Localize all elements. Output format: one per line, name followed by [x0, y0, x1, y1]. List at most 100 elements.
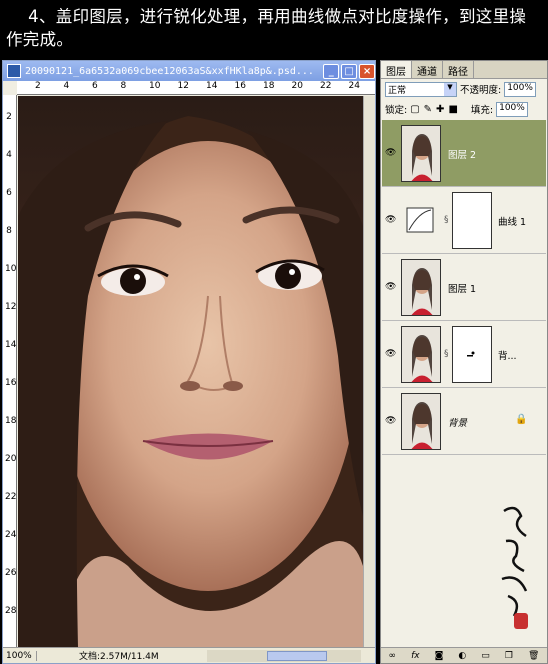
document-title: 20090121_6a6532a069cbee12063aS&xxfHKla8p… — [24, 65, 314, 77]
lock-icons: ▢ ✎ ✚ ■ — [410, 104, 458, 115]
ruler-tick-label: 4 — [6, 150, 12, 160]
layers-panel: 图层 通道 路径 正常 ▼ 不透明度: 100% 锁定: ▢ ✎ ✚ ■ 填充:… — [380, 60, 548, 664]
ruler-tick-label: 22 — [320, 81, 332, 91]
ruler-tick-label: 14 — [206, 81, 218, 91]
panel-tabs: 图层 通道 路径 — [381, 61, 547, 79]
opacity-input[interactable]: 100% — [504, 81, 537, 97]
portrait-photo — [18, 96, 363, 647]
lock-label: 锁定: — [385, 105, 408, 116]
layer-name[interactable]: 背... — [498, 348, 517, 362]
ruler-tick-label: 20 — [291, 81, 303, 91]
lock-all-icon[interactable]: ■ — [448, 104, 457, 115]
eye-icon[interactable]: 👁 — [385, 148, 396, 158]
layer-thumbnail — [401, 393, 441, 450]
new-layer-icon[interactable]: ❐ — [505, 651, 513, 661]
curves-adjustment-icon — [401, 192, 441, 249]
layer-row[interactable]: 👁 图层 2 — [382, 120, 546, 187]
lock-paint-icon[interactable]: ✎ — [424, 104, 432, 115]
ruler-tick-label: 10 — [5, 264, 17, 274]
tab-layers[interactable]: 图层 — [381, 61, 412, 78]
opacity-label: 不透明度: — [460, 85, 502, 96]
ruler-tick-label: 8 — [6, 226, 12, 236]
maximize-icon[interactable]: □ — [341, 63, 358, 79]
eye-icon[interactable]: 👁 — [385, 349, 396, 359]
ruler-tick-label: 12 — [5, 302, 17, 312]
ruler-tick-label: 12 — [177, 81, 189, 91]
eye-icon[interactable]: 👁 — [385, 215, 396, 225]
layer-row[interactable]: 👁 图层 1 — [382, 254, 546, 321]
fx-icon[interactable]: fx — [411, 651, 420, 661]
layer-name[interactable]: 曲线 1 — [498, 214, 526, 228]
layer-name[interactable]: 图层 2 — [448, 147, 476, 161]
vertical-scrollbar[interactable] — [363, 96, 375, 647]
ruler-tick-label: 4 — [63, 81, 70, 91]
ruler-tick-label: 8 — [120, 81, 127, 91]
trash-icon[interactable]: 🗑 — [528, 651, 539, 661]
ruler-tick-label: 6 — [6, 188, 12, 198]
ruler-tick-label: 22 — [5, 492, 17, 502]
folder-icon[interactable]: ▭ — [481, 651, 490, 661]
blend-opacity-row: 正常 ▼ 不透明度: 100% — [381, 79, 547, 99]
link-icon[interactable]: § — [444, 215, 449, 225]
horizontal-scrollbar[interactable] — [207, 649, 361, 662]
mask-icon[interactable]: ◙ — [435, 651, 444, 661]
caption-line-1: 4、盖印图层，进行锐化处理，再用曲线做点对比度操作，到这里操 — [6, 7, 527, 26]
link-icon[interactable]: ∞ — [389, 651, 397, 661]
ruler-tick-label: 14 — [5, 340, 17, 350]
ruler-tick-label: 2 — [35, 81, 41, 91]
layer-row[interactable]: 👁 背景 🔒 — [382, 388, 546, 455]
layer-row[interactable]: 👁 § 背... — [382, 321, 546, 388]
blend-mode-select[interactable]: 正常 ▼ — [385, 81, 457, 97]
tab-channels[interactable]: 通道 — [412, 61, 443, 78]
eye-icon[interactable]: 👁 — [385, 416, 396, 426]
ruler-tick-label: 10 — [149, 81, 161, 91]
layer-thumbnail — [401, 125, 441, 182]
ruler-tick-label: 24 — [5, 530, 17, 540]
zoom-level[interactable]: 100% — [3, 650, 37, 661]
lock-transparency-icon[interactable]: ▢ — [410, 104, 419, 115]
close-icon[interactable]: × — [359, 63, 376, 79]
ruler-tick-label: 16 — [5, 378, 17, 388]
tab-paths[interactable]: 路径 — [443, 61, 474, 78]
lock-icon: 🔒 — [515, 414, 528, 425]
layer-name[interactable]: 背景 — [448, 415, 467, 429]
status-bar: 100% 文档:2.57M/11.4M — [3, 647, 375, 663]
link-icon[interactable]: § — [444, 349, 449, 359]
ruler-tick-label: 26 — [5, 568, 17, 578]
eye-icon[interactable]: 👁 — [385, 282, 396, 292]
scroll-thumb[interactable] — [267, 650, 327, 661]
fill-input[interactable]: 100% — [496, 101, 529, 117]
document-title-bar[interactable]: 20090121_6a6532a069cbee12063aS&xxfHKla8p… — [3, 61, 376, 81]
ruler-horizontal[interactable]: 2 4 6 8 10 12 14 16 18 20 22 24 — [17, 81, 375, 95]
ruler-tick-label: 2 — [6, 112, 12, 122]
tutorial-caption: 4、盖印图层，进行锐化处理，再用曲线做点对比度操作，到这里操 作完成。 — [0, 0, 548, 58]
layer-mask-thumbnail[interactable] — [452, 192, 492, 249]
layer-row[interactable]: 👁 § 曲线 1 — [382, 187, 546, 254]
document-size-info[interactable]: 文档:2.57M/11.4M — [37, 649, 207, 662]
ruler-vertical[interactable]: 2 4 6 8 10 12 14 16 18 20 22 24 26 28 — [3, 95, 17, 647]
chevron-down-icon: ▼ — [444, 82, 456, 96]
ruler-tick-label: 18 — [5, 416, 17, 426]
ruler-tick-label: 6 — [92, 81, 98, 91]
layer-name[interactable]: 图层 1 — [448, 281, 476, 295]
ruler-tick-label: 24 — [348, 81, 360, 91]
photoshop-doc-icon — [7, 64, 21, 78]
ruler-tick-label: 28 — [5, 606, 17, 616]
caption-line-2: 作完成。 — [6, 30, 74, 49]
lock-move-icon[interactable]: ✚ — [436, 104, 444, 115]
fill-label: 填充: — [470, 105, 494, 116]
minimize-icon[interactable]: _ — [323, 63, 340, 79]
layer-mask-thumbnail[interactable] — [452, 326, 492, 383]
layers-bottom-toolbar: ∞ fx ◙ ◐ ▭ ❐ 🗑 — [381, 647, 547, 663]
artist-signature — [501, 506, 528, 629]
ruler-tick-label: 18 — [263, 81, 275, 91]
layer-thumbnail — [401, 326, 441, 383]
layer-thumbnail — [401, 259, 441, 316]
document-window: 20090121_6a6532a069cbee12063aS&xxfHKla8p… — [2, 60, 376, 664]
image-canvas[interactable] — [18, 96, 363, 647]
ruler-tick-label: 20 — [5, 454, 17, 464]
ruler-tick-label: 16 — [234, 81, 246, 91]
lock-fill-row: 锁定: ▢ ✎ ✚ ■ 填充: 100% — [381, 99, 547, 119]
adjustment-icon[interactable]: ◐ — [458, 651, 466, 661]
blend-mode-value: 正常 — [388, 85, 407, 96]
